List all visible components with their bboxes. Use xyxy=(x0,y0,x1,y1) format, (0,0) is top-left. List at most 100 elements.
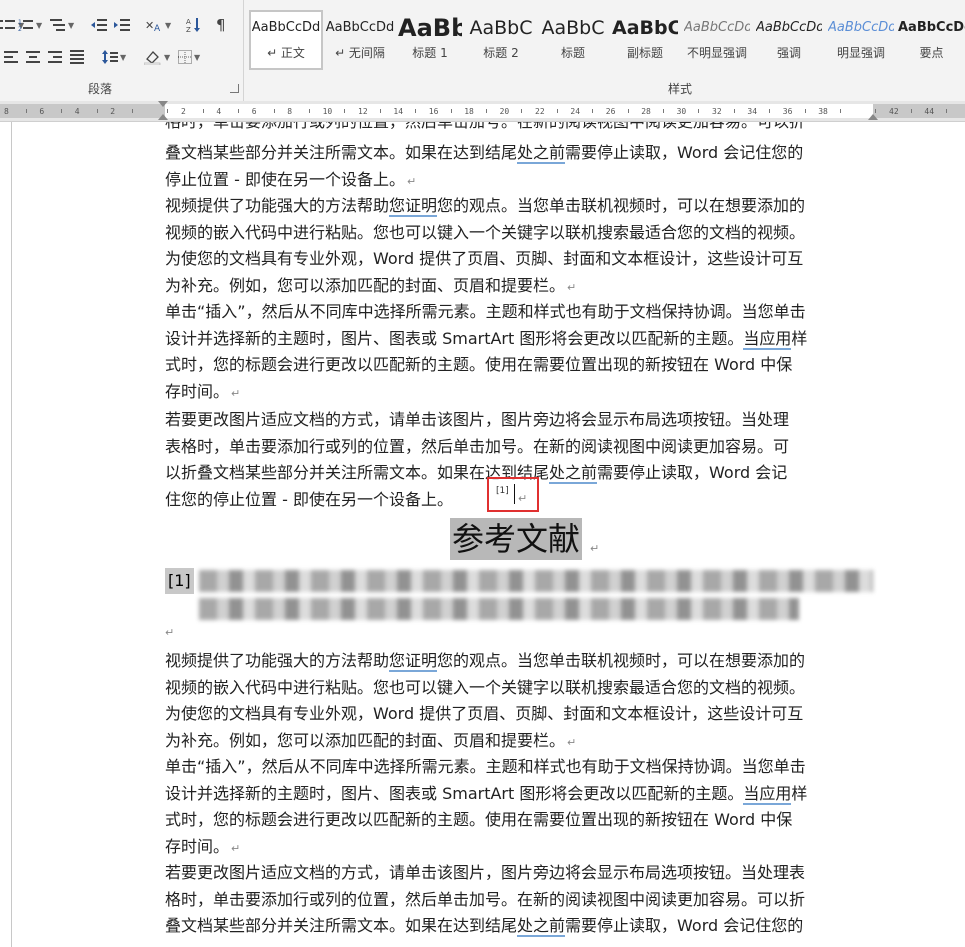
style-heading-2[interactable]: AaBbC 标题 2 xyxy=(468,12,534,68)
styles-gallery: AaBbCcDd ↵ 正文 AaBbCcDd ↵ 无间隔 AaBb 标题 1 A… xyxy=(246,8,965,70)
ruler-tick-label: 14 xyxy=(393,107,404,116)
decrease-indent-button[interactable] xyxy=(91,14,107,36)
style-strong[interactable]: AaBbCcDd 要点 xyxy=(898,12,965,68)
ruler-tick-label: 4 xyxy=(74,107,80,116)
style-emphasis[interactable]: AaBbCcDd 强调 xyxy=(756,12,822,68)
ruler-tick-label: 32 xyxy=(712,107,722,116)
style-normal[interactable]: AaBbCcDd ↵ 正文 xyxy=(249,10,323,70)
paragraph-mark-icon: ↵ xyxy=(590,542,600,555)
show-marks-icon: ¶ xyxy=(216,16,226,34)
increase-indent-button[interactable] xyxy=(114,14,130,36)
align-right-button[interactable] xyxy=(48,46,62,68)
endnote-reference-mark[interactable]: [1] xyxy=(496,486,509,496)
right-indent-marker[interactable] xyxy=(868,114,878,120)
svg-text:A: A xyxy=(154,24,161,32)
style-no-spacing[interactable]: AaBbCcDd ↵ 无间隔 xyxy=(324,12,396,68)
styles-group-label: 样式 xyxy=(668,82,693,96)
text-line: 视频提供了功能强大的方法帮助您证明您的观点。当您单击联机视频时，可以在想要添加的 xyxy=(165,196,806,217)
align-center-button[interactable] xyxy=(26,46,40,68)
paragraph: 叠文档某些部分并关注所需文本。如果在达到结尾处之前需要停止读取，Word 会记住… xyxy=(165,140,873,193)
paragraph: 视频提供了功能强大的方法帮助您证明您的观点。当您单击联机视频时，可以在想要添加的… xyxy=(165,193,873,299)
style-sample: AaBbC xyxy=(541,17,605,39)
ruler-tick-label: 42 xyxy=(889,107,899,116)
ruler-tick-label: 20 xyxy=(499,107,510,116)
borders-icon xyxy=(178,50,192,64)
paragraph-mark-icon: ↵ xyxy=(567,280,577,294)
hanging-indent-marker[interactable] xyxy=(158,114,168,120)
style-sample: AaBbCcDd xyxy=(898,20,965,35)
distributed-button[interactable] xyxy=(70,46,84,68)
text-line: 叠文档某些部分并关注所需文本。如果在达到结尾处之前需要停止读取，Word 会记住… xyxy=(165,916,804,937)
horizontal-ruler[interactable]: 8 6 4 2 2 4 6 8 10 12 14 16 18 20 22 24 26 28 30 32 34 36 38 42… xyxy=(0,101,965,122)
references-heading: 参考文献 xyxy=(450,518,583,560)
ruler-tick-label: 2 xyxy=(110,107,116,116)
align-center-icon xyxy=(26,51,40,63)
shading-icon xyxy=(144,51,161,65)
text-line: 式时，您的标题会进行更改以匹配新的主题。使用在需要位置出现的新按钮在 Word … xyxy=(165,810,793,829)
style-sample: AaBbCcDd xyxy=(251,20,321,35)
style-name: ↵ 正文 xyxy=(267,46,305,60)
style-name: 标题 1 xyxy=(412,46,448,60)
shading-button[interactable]: ▼ xyxy=(144,46,170,68)
borders-button[interactable]: ▼ xyxy=(178,46,200,68)
style-name: 不明显强调 xyxy=(686,46,747,60)
underlined-text: 您证明 xyxy=(389,196,438,217)
style-sample: AaBb xyxy=(398,14,462,42)
ruler-tick-label: 22 xyxy=(535,107,545,116)
multilevel-list-button[interactable]: ▼ xyxy=(50,14,74,36)
reference-number: [1] xyxy=(165,568,194,594)
text-line: 存时间。 ↵ xyxy=(165,381,241,401)
ruler-tick xyxy=(733,109,735,113)
paragraph-mark-icon: ↵ xyxy=(406,174,417,188)
align-left-button[interactable] xyxy=(4,46,18,68)
text-cursor xyxy=(514,484,515,504)
document-area[interactable]: 格时，单击要添加行或列的位置，然后单击加号。在新的阅读视图中阅读更加容易。可以折… xyxy=(0,122,965,947)
ruler-tick xyxy=(344,109,346,113)
underlined-text: 当应用 xyxy=(743,783,792,805)
ruler-tick-label: 2 xyxy=(181,107,186,116)
multilevel-list-icon xyxy=(50,19,65,31)
ruler-tick-label: 28 xyxy=(641,107,651,116)
bullets-icon xyxy=(0,20,15,29)
align-left-icon xyxy=(4,51,18,63)
style-sample: AaBbC xyxy=(469,17,533,39)
ruler-tick xyxy=(804,109,806,113)
chinese-layout-button[interactable]: ✕ A ▼ xyxy=(145,14,171,36)
ruler-tick xyxy=(415,109,417,113)
first-line-indent-marker[interactable] xyxy=(158,101,168,107)
redacted-reference-text xyxy=(199,570,873,592)
text-line: 视频的嵌入代码中进行粘贴。您也可以键入一个关键字以联机搜索最适合您的文档的视频。 xyxy=(165,222,806,242)
paragraph: 视频提供了功能强大的方法帮助您证明您的观点。当您单击联机视频时，可以在想要添加的… xyxy=(165,648,873,754)
svg-text:A: A xyxy=(186,18,191,26)
sort-button[interactable]: AZ xyxy=(186,14,202,36)
ruler-tick xyxy=(485,109,487,113)
style-subtitle[interactable]: AaBbC 副标题 xyxy=(612,12,678,68)
text-line: 为补充。例如，您可以添加匹配的封面、页眉和提要栏。 ↵ xyxy=(165,275,577,295)
ruler-tick xyxy=(308,109,310,113)
style-heading-1[interactable]: AaBb 标题 1 xyxy=(398,12,462,68)
style-subtle-emphasis[interactable]: AaBbCcDd 不明显强调 xyxy=(684,12,750,68)
numbering-button[interactable]: 1 2 ▼ xyxy=(18,14,42,36)
ruler-tick-label: 44 xyxy=(924,107,935,116)
style-name: 明显强调 xyxy=(836,46,885,60)
paragraph-dialog-launcher[interactable] xyxy=(230,84,239,93)
style-sample: AaBbC xyxy=(612,17,678,39)
ruler-tick-label: 38 xyxy=(818,107,828,116)
text-line: 若要更改图片适应文档的方式，请单击该图片，图片旁边将会显示布局选项按钮。当处理 xyxy=(165,410,790,429)
align-right-icon xyxy=(48,51,62,63)
text-line: 停止位置 - 即使在另一个设备上。 ↵ xyxy=(165,169,417,189)
ruler-tick-label: 24 xyxy=(570,107,581,116)
style-title[interactable]: AaBbC 标题 xyxy=(540,12,606,68)
paragraph: 若要更改图片适应文档的方式，请单击该图片，图片旁边将会显示布局选项按钮。当处理表… xyxy=(165,860,873,940)
ruler-tick-label: 36 xyxy=(782,107,793,116)
show-marks-button[interactable]: ¶ xyxy=(216,14,226,36)
distributed-icon xyxy=(70,50,84,64)
style-name: 副标题 xyxy=(626,46,663,60)
paragraph-group: ▼ 1 2 ▼ ▼ ✕ A ▼ AZ ¶ ▼ ▼ ▼ 段落 xyxy=(0,0,244,101)
line-spacing-button[interactable]: ▼ xyxy=(102,46,126,68)
citation-highlight-box xyxy=(487,477,539,512)
style-intense-emphasis[interactable]: AaBbCcDd 明显强调 xyxy=(828,12,894,68)
svg-text:2: 2 xyxy=(18,26,22,32)
ruler-tick xyxy=(521,109,523,113)
ruler-tick xyxy=(556,109,558,113)
